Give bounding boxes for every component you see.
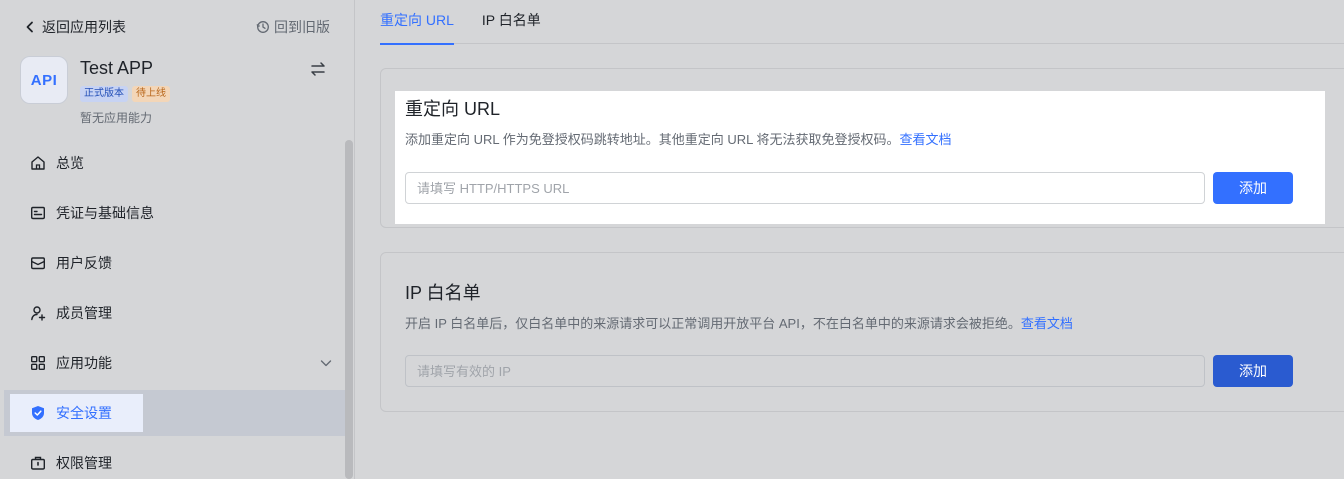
- return-old-version-link[interactable]: 回到旧版: [256, 17, 330, 37]
- redirect-url-doc-link[interactable]: 查看文档: [900, 132, 952, 147]
- sidebar-item-label: 用户反馈: [56, 255, 112, 271]
- sidebar-item-security-highlight: 安全设置: [10, 394, 143, 432]
- tab-ip-whitelist[interactable]: IP 白名单: [482, 0, 541, 44]
- chevron-down-icon[interactable]: [319, 356, 333, 370]
- ip-whitelist-card: IP 白名单 开启 IP 白名单后，仅白名单中的来源请求可以正常调用开放平台 A…: [380, 252, 1344, 412]
- tab-bar: 重定向 URL IP 白名单: [380, 0, 1344, 45]
- sidebar-item-security[interactable]: 安全设置: [4, 390, 345, 436]
- redirect-url-title: 重定向 URL: [405, 99, 501, 119]
- user-add-icon: [30, 305, 46, 321]
- add-redirect-url-button[interactable]: 添加: [1213, 172, 1293, 204]
- redirect-url-description: 添加重定向 URL 作为免登授权码跳转地址。其他重定向 URL 将无法获取免登授…: [405, 129, 952, 148]
- tab-label: 重定向 URL: [380, 12, 454, 28]
- apps-grid-icon: [30, 355, 46, 371]
- sidebar-item-label: 总览: [56, 155, 84, 171]
- swap-app-icon[interactable]: [309, 60, 327, 78]
- app-logo-text: API: [30, 71, 58, 89]
- tab-label: IP 白名单: [481, 12, 541, 28]
- ip-whitelist-doc-link[interactable]: 查看文档: [1021, 316, 1073, 331]
- app-badges: 正式版本 待上线: [80, 86, 170, 102]
- mail-icon: [30, 255, 46, 271]
- main-content: 重定向 URL IP 白名单 重定向 URL 添加重定向 URL 作为免登授权码…: [356, 0, 1344, 479]
- home-icon: [30, 155, 46, 171]
- app-description: 暂无应用能力: [80, 111, 153, 125]
- id-card-icon: [30, 205, 46, 221]
- ip-whitelist-description-text: 开启 IP 白名单后，仅白名单中的来源请求可以正常调用开放平台 API，不在白名…: [405, 316, 1021, 331]
- sidebar-item-label: 安全设置: [56, 405, 112, 421]
- sidebar-nav: 总览 凭证与基础信息 用户反馈 成员管理 应用功能 安全设置 权限管理: [4, 140, 345, 479]
- redirect-url-card: 重定向 URL 添加重定向 URL 作为免登授权码跳转地址。其他重定向 URL …: [380, 68, 1344, 228]
- redirect-url-highlight: [395, 91, 1325, 224]
- release-badge: 正式版本: [80, 86, 128, 102]
- ip-whitelist-title: IP 白名单: [405, 283, 481, 303]
- redirect-url-input[interactable]: [405, 172, 1205, 204]
- sidebar-item-label: 应用功能: [56, 355, 112, 371]
- briefcase-icon: [30, 455, 46, 471]
- app-card: API Test APP 正式版本 待上线 暂无应用能力: [20, 56, 335, 126]
- sidebar-item-app-features[interactable]: 应用功能: [4, 340, 345, 386]
- pending-badge: 待上线: [132, 86, 170, 102]
- sidebar-item-label: 权限管理: [56, 455, 112, 471]
- ip-whitelist-input[interactable]: [405, 355, 1205, 387]
- sidebar-item-label: 凭证与基础信息: [56, 205, 154, 221]
- app-logo: API: [20, 56, 68, 104]
- shield-check-icon: [30, 405, 46, 421]
- sidebar-item-overview[interactable]: 总览: [4, 140, 345, 186]
- tab-redirect-url[interactable]: 重定向 URL: [380, 0, 454, 45]
- app-name: Test APP: [80, 58, 154, 78]
- sidebar-item-permissions[interactable]: 权限管理: [4, 440, 345, 479]
- back-to-app-list-link[interactable]: 返回应用列表: [24, 17, 126, 37]
- back-label: 返回应用列表: [42, 19, 126, 35]
- old-version-label: 回到旧版: [274, 19, 330, 35]
- sidebar-header: 返回应用列表 回到旧版: [24, 16, 330, 38]
- sidebar-item-members[interactable]: 成员管理: [4, 290, 345, 336]
- add-ip-button[interactable]: 添加: [1213, 355, 1293, 387]
- sidebar-item-feedback[interactable]: 用户反馈: [4, 240, 345, 286]
- sidebar-item-credentials[interactable]: 凭证与基础信息: [4, 190, 345, 236]
- sidebar: 返回应用列表 回到旧版 API Test APP 正式版本 待上线 暂无应用能力…: [0, 0, 355, 479]
- chevron-left-icon: [26, 21, 33, 33]
- sidebar-scrollbar[interactable]: [345, 140, 353, 479]
- ip-whitelist-description: 开启 IP 白名单后，仅白名单中的来源请求可以正常调用开放平台 API，不在白名…: [405, 313, 1073, 332]
- history-icon: [256, 21, 269, 33]
- redirect-url-description-text: 添加重定向 URL 作为免登授权码跳转地址。其他重定向 URL 将无法获取免登授…: [405, 132, 900, 147]
- sidebar-item-label: 成员管理: [56, 305, 112, 321]
